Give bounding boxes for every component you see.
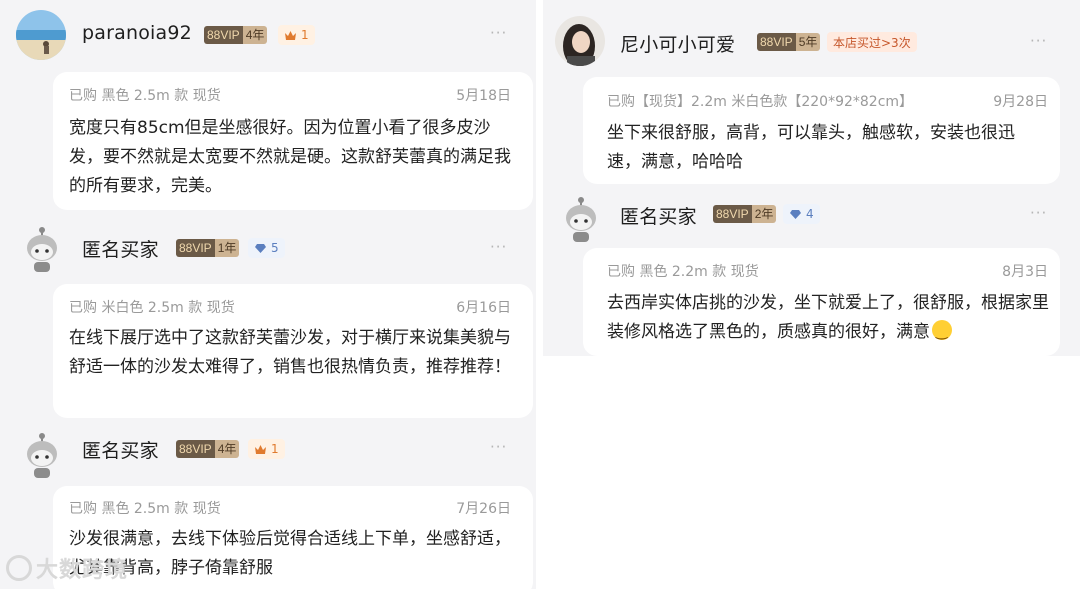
purchase-meta: 已购 黑色 2.5m 款 现货 [69,88,221,104]
smile-emoji-icon [932,318,952,347]
diamond-badge: 4 [783,204,820,224]
review-text: 坐下来很舒服，高背，可以靠头，触感软，安装也很迅速，满意，哈哈哈 [607,123,1015,172]
watermark: 大数跨境 [6,552,128,584]
purchase-meta: 已购 米白色 2.5m 款 现货 [69,300,235,316]
more-dots-icon[interactable]: ··· [490,24,507,42]
vip-years: 2年 [751,205,777,223]
user-avatar-woman[interactable] [555,16,605,66]
more-dots-icon[interactable]: ··· [1030,204,1047,222]
more-dots-icon[interactable]: ··· [490,438,507,456]
vip-badge: 88VIP 1年 [176,239,240,257]
review-text-content: 去西岸实体店挑的沙发，坐下就爱上了，很舒服，根据家里装修风格选了黑色的，质感真的… [607,293,1049,342]
review-item: 匿名买家 88VIP 2年 4 ··· 已购 黑色 2.2m 款 现货 8月3日… [543,184,1080,356]
user-avatar-beach[interactable] [16,10,66,60]
crown-icon [255,444,266,454]
more-dots-icon[interactable]: ··· [490,238,507,256]
diamond-badge: 5 [248,238,285,258]
username[interactable]: 匿名买家 [82,436,159,463]
vip-label: 88VIP [176,440,215,458]
username[interactable]: 尼小可小可爱 [620,30,735,57]
left-review-column: paranoia92 88VIP 4年 1 ··· 已购 黑色 2.5m 款 现… [0,0,536,589]
vip-years: 4年 [242,26,268,44]
vip-label: 88VIP [713,205,752,223]
review-text: 在线下展厅选中了这款舒芙蕾沙发，对于横厅来说集美貌与舒适一体的沙发太难得了，销售… [69,328,511,377]
review-text: 宽度只有85cm但是坐感很好。因为位置小看了很多皮沙发，要不然就是太宽要不然就是… [69,118,511,196]
vip-badge: 88VIP 2年 [713,205,777,223]
vip-years: 4年 [214,440,240,458]
review-item: 匿名买家 88VIP 1年 5 ··· 已购 米白色 2.5m 款 现货 6月1… [0,212,536,418]
user-avatar-mascot[interactable] [20,430,64,480]
watermark-logo-icon [6,555,32,581]
crown-badge: 1 [278,25,315,45]
vip-label: 88VIP [757,33,796,51]
username[interactable]: 匿名买家 [82,235,159,262]
purchase-meta: 已购 黑色 2.5m 款 现货 [69,501,221,517]
username[interactable]: 匿名买家 [620,202,697,229]
crown-badge: 1 [248,439,285,459]
user-avatar-mascot[interactable] [20,224,64,274]
vip-label: 88VIP [176,239,215,257]
badge-count: 1 [301,28,309,42]
diamond-icon [790,209,801,219]
review-card: 已购 黑色 2.2m 款 现货 8月3日 去西岸实体店挑的沙发，坐下就爱上了，很… [583,248,1060,356]
vip-badge: 88VIP 5年 [757,33,821,51]
vip-badge: 88VIP 4年 [176,440,240,458]
review-date: 8月3日 [1002,264,1048,280]
more-dots-icon[interactable]: ··· [1030,32,1047,50]
badge-count: 1 [271,442,279,456]
badge-count: 4 [806,207,814,221]
watermark-text: 大数跨境 [36,558,129,583]
vip-years: 1年 [214,239,240,257]
review-text: 去西岸实体店挑的沙发，坐下就爱上了，很舒服，根据家里装修风格选了黑色的，质感真的… [607,289,1051,347]
vip-label: 88VIP [204,26,243,44]
review-date: 9月28日 [993,94,1048,110]
review-card: 已购【现货】2.2m 米白色款【220*92*82cm】 9月28日 坐下来很舒… [583,77,1060,184]
diamond-icon [255,243,266,253]
review-card: 已购 黑色 2.5m 款 现货 5月18日 宽度只有85cm但是坐感很好。因为位… [53,72,533,210]
repeat-buyer-badge: 本店买过>3次 [827,32,917,52]
right-review-column: 尼小可小可爱 88VIP 5年 本店买过>3次 ··· 已购【现货】2.2m 米… [543,0,1080,356]
vip-badge: 88VIP 4年 [204,26,268,44]
user-avatar-mascot[interactable] [559,194,603,244]
review-text: 沙发很满意，去线下体验后觉得合适线上下单，坐感舒适，尤其靠背高，脖子倚靠舒服 [69,529,511,578]
vip-years: 5年 [795,33,821,51]
review-item: paranoia92 88VIP 4年 1 ··· 已购 黑色 2.5m 款 现… [0,0,536,210]
username[interactable]: paranoia92 [82,22,192,44]
review-date: 6月16日 [456,300,511,316]
crown-icon [285,30,296,40]
review-item: 尼小可小可爱 88VIP 5年 本店买过>3次 ··· 已购【现货】2.2m 米… [543,0,1080,184]
review-card: 已购 米白色 2.5m 款 现货 6月16日 在线下展厅选中了这款舒芙蕾沙发，对… [53,284,533,418]
purchase-meta: 已购 黑色 2.2m 款 现货 [607,264,759,280]
review-date: 7月26日 [456,501,511,517]
badge-count: 5 [271,241,279,255]
purchase-meta: 已购【现货】2.2m 米白色款【220*92*82cm】 [607,94,914,110]
review-date: 5月18日 [456,88,511,104]
